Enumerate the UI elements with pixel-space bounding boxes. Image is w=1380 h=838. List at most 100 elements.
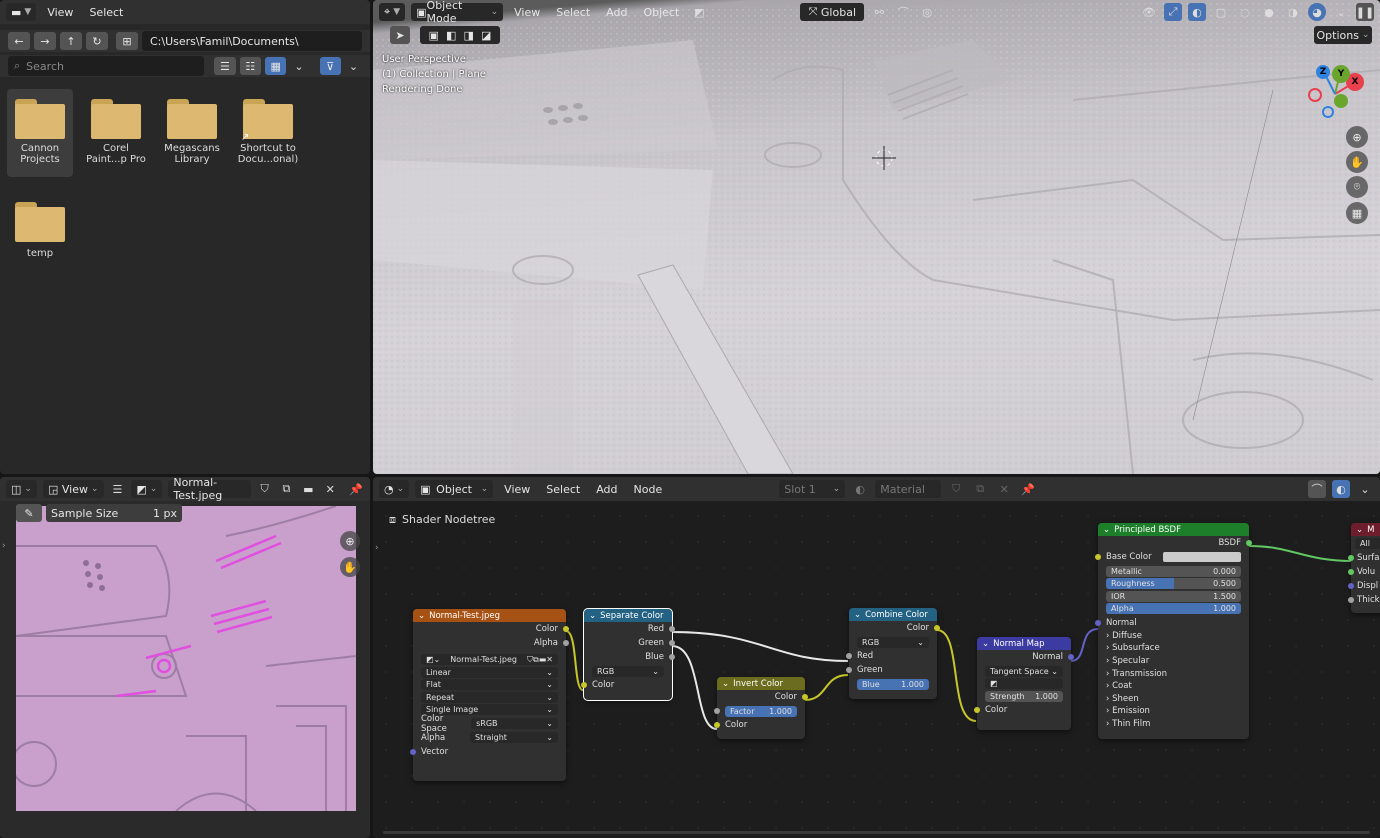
parent-directory-button[interactable]: ↑ bbox=[60, 32, 82, 50]
pan-hand-icon[interactable]: ✋ bbox=[340, 557, 360, 577]
back-button[interactable]: ← bbox=[8, 32, 30, 50]
socket-color[interactable] bbox=[714, 722, 720, 728]
ior-field[interactable]: IOR 1.500 bbox=[1106, 590, 1241, 602]
horizontal-scrollbar[interactable] bbox=[383, 831, 1370, 834]
pause-icon[interactable]: ❚❚ bbox=[1356, 3, 1374, 21]
node-header[interactable]: ⌄ Principled BSDF bbox=[1098, 523, 1249, 536]
strength-field[interactable]: Strength 1.000 bbox=[985, 690, 1063, 702]
metallic-field[interactable]: Metallic 0.000 bbox=[1106, 565, 1241, 577]
blue-field[interactable]: Blue 1.000 bbox=[857, 678, 929, 690]
socket-normal[interactable] bbox=[1068, 654, 1074, 660]
target-dropdown[interactable]: All bbox=[1355, 538, 1380, 549]
open-folder-icon[interactable]: ▬ bbox=[300, 480, 316, 498]
socket-color[interactable] bbox=[581, 682, 587, 688]
panel-sheen[interactable]: › Sheen bbox=[1098, 692, 1249, 705]
menu-view[interactable]: View bbox=[509, 4, 545, 21]
socket-volume[interactable] bbox=[1348, 569, 1354, 575]
gizmo-toggle-icon[interactable]: ⤢ bbox=[1164, 3, 1182, 21]
new-directory-button[interactable]: ⊞ bbox=[116, 32, 138, 50]
extension-dropdown[interactable]: Repeat ⌄ bbox=[421, 691, 558, 703]
socket-normal[interactable] bbox=[1095, 619, 1101, 626]
horizontal-list-button[interactable]: ☷ bbox=[239, 57, 262, 75]
node-header[interactable]: ⌄ M bbox=[1351, 523, 1380, 536]
uv-map-field[interactable]: ◩ bbox=[985, 678, 1063, 689]
neg-x-axis-icon[interactable] bbox=[1308, 88, 1322, 102]
neg-y-axis-icon[interactable] bbox=[1334, 94, 1348, 108]
socket-base-color[interactable] bbox=[1095, 554, 1101, 560]
color-space-dropdown[interactable]: sRGB ⌄ bbox=[471, 718, 558, 729]
visibility-icon[interactable]: 👁 bbox=[1140, 3, 1158, 21]
file-item-corel[interactable]: Corel Paint...p Pro bbox=[83, 89, 149, 177]
socket-red[interactable] bbox=[669, 626, 675, 632]
socket-color[interactable] bbox=[563, 626, 569, 632]
menu-object[interactable]: Object bbox=[638, 4, 684, 21]
socket-factor[interactable] bbox=[714, 708, 720, 714]
options-dropdown[interactable]: Options ⌄ bbox=[1314, 26, 1372, 44]
separate-color-node[interactable]: ⌄ Separate Color Red Green Blue RGB ⌄ Colo… bbox=[581, 608, 675, 701]
camera-icon[interactable]: ⌾ bbox=[1346, 176, 1368, 198]
menu-view[interactable]: View bbox=[42, 4, 78, 21]
projection-dropdown[interactable]: Flat ⌄ bbox=[421, 679, 558, 690]
y-axis-icon[interactable]: Y bbox=[1332, 65, 1350, 83]
file-item-megascans[interactable]: Megascans Library bbox=[159, 89, 225, 177]
image-selector[interactable]: ◩⌄ Normal-Test.jpeg ⛉⧉▬✕ bbox=[421, 654, 558, 665]
socket-green[interactable] bbox=[846, 667, 852, 673]
forward-button[interactable]: → bbox=[34, 32, 56, 50]
editor-type-button[interactable]: ◫ ⌄ bbox=[6, 480, 37, 498]
normal-map-image[interactable] bbox=[16, 506, 356, 811]
invert-color-node[interactable]: ⌄ Invert Color Color Factor 1.000 Color bbox=[714, 677, 808, 739]
socket-red[interactable] bbox=[846, 653, 852, 659]
file-item-cannon-projects[interactable]: Cannon Projects bbox=[7, 89, 73, 177]
material-preview-icon[interactable]: ◑ bbox=[1284, 3, 1302, 21]
menu-select[interactable]: Select bbox=[551, 4, 595, 21]
3d-viewport-area[interactable]: ⌖ ▼ ▣ Object Mode ⌄ View Select Add Objec… bbox=[373, 0, 1380, 474]
mode-dropdown[interactable]: ▣ Object Mode ⌄ bbox=[411, 0, 504, 25]
pivot-icon[interactable]: ⚯ bbox=[870, 3, 888, 21]
editor-type-button[interactable]: ▬ ▼ bbox=[6, 3, 37, 21]
socket-bsdf[interactable] bbox=[1246, 540, 1252, 546]
socket-displacement[interactable] bbox=[1348, 583, 1354, 589]
principled-bsdf-node[interactable]: ⌄ Principled BSDF BSDF Base Color Metalli… bbox=[1095, 523, 1252, 739]
zoom-icon[interactable]: ⊕ bbox=[340, 531, 360, 551]
vertical-list-button[interactable]: ☰ bbox=[214, 57, 236, 75]
solid-shading-icon[interactable]: ● bbox=[1260, 3, 1278, 21]
search-input[interactable]: ⌕ Search bbox=[8, 56, 205, 76]
navigation-gizmo[interactable]: X Y Z bbox=[1300, 62, 1370, 124]
mode-dropdown[interactable]: RGB ⌄ bbox=[592, 665, 664, 677]
node-header[interactable]: ⌄ Separate Color bbox=[584, 609, 672, 622]
file-item-temp[interactable]: temp bbox=[7, 192, 73, 270]
overlays-toggle-icon[interactable]: ◐ bbox=[1188, 3, 1206, 21]
image-browse-button[interactable]: ◩ ⌄ bbox=[131, 480, 163, 498]
editor-type-button[interactable]: ⌖ ▼ bbox=[379, 3, 406, 21]
socket-alpha[interactable] bbox=[563, 640, 569, 646]
socket-color[interactable] bbox=[802, 694, 808, 700]
panel-specular[interactable]: › Specular bbox=[1098, 655, 1249, 668]
combine-color-node[interactable]: ⌄ Combine Color Color RGB ⌄ Red Green Blue… bbox=[846, 608, 940, 699]
shading-options-icon[interactable]: ⌄ bbox=[1332, 3, 1350, 21]
image-editor-area[interactable]: ◫ ⌄ ◲ View ⌄ ☰ ◩ ⌄ Normal-Test.jpeg ⛉ ⧉ ▬ ✕… bbox=[0, 477, 370, 838]
alpha-mode-dropdown[interactable]: Straight ⌄ bbox=[470, 732, 558, 743]
pin-icon[interactable]: 📌 bbox=[348, 480, 364, 498]
normal-map-node[interactable]: ⌄ Normal Map Normal Tangent Space ⌄ ◩ Stre… bbox=[974, 637, 1074, 730]
apply-icon[interactable]: ◩ bbox=[690, 3, 708, 21]
panel-subsurface[interactable]: › Subsurface bbox=[1098, 642, 1249, 655]
node-header[interactable]: ⌄ Normal Map bbox=[977, 637, 1071, 650]
panel-diffuse[interactable]: › Diffuse bbox=[1098, 630, 1249, 643]
node-header[interactable]: ⌄ Normal-Test.jpeg bbox=[413, 609, 566, 622]
refresh-button[interactable]: ↻ bbox=[86, 32, 108, 50]
fake-user-shield-icon[interactable]: ⛉ bbox=[257, 480, 273, 498]
wireframe-shading-icon[interactable]: ◌ bbox=[1236, 3, 1254, 21]
close-icon[interactable]: ✕ bbox=[322, 480, 338, 498]
interpolation-dropdown[interactable]: Linear ⌄ bbox=[421, 666, 558, 678]
socket-thickness[interactable] bbox=[1348, 597, 1354, 603]
snap-icon[interactable]: ⌒ bbox=[894, 3, 912, 21]
factor-field[interactable]: Factor 1.000 bbox=[714, 705, 797, 717]
menu-hamburger-icon[interactable]: ☰ bbox=[110, 480, 126, 498]
sample-size-field[interactable]: Sample Size 1 px bbox=[46, 504, 182, 522]
menu-add[interactable]: Add bbox=[601, 4, 632, 21]
transform-orientation-dropdown[interactable]: ⤧ Global bbox=[800, 3, 865, 21]
orthographic-grid-icon[interactable]: ▦ bbox=[1346, 202, 1368, 224]
display-settings-dropdown[interactable]: ⌄ bbox=[290, 57, 307, 75]
space-dropdown[interactable]: Tangent Space ⌄ bbox=[985, 665, 1063, 677]
panel-coat[interactable]: › Coat bbox=[1098, 680, 1249, 693]
